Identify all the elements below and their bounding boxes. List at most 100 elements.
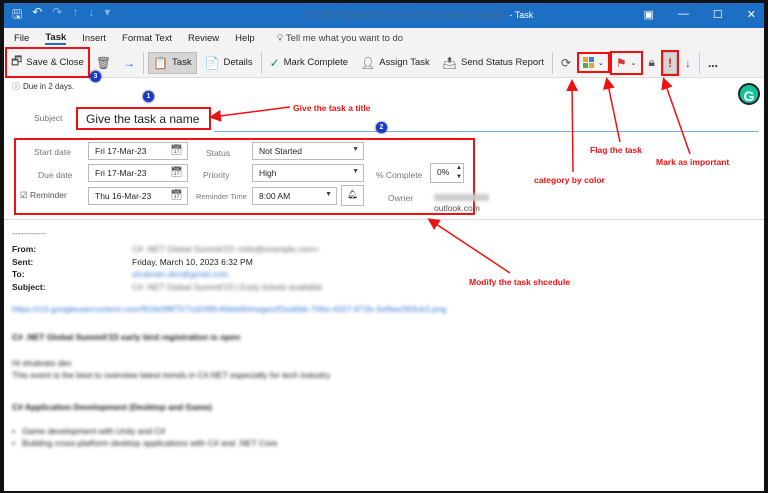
priority-dropdown[interactable]: High ▼ [252,164,364,182]
previous-item-icon[interactable]: ↑ [72,5,78,26]
calendar-icon[interactable]: 📅︎ [170,190,183,201]
category-grid-icon [583,57,595,68]
annotation-important: Mark as important [656,157,730,167]
to-value: shubrato.dev@gmail.com [132,269,229,279]
task-window: 🖫 ↶ ↷ ↑ ↓ ▾ C# .NET Global Summit'23 | E… [4,3,764,491]
priority-label: Priority [203,170,230,180]
tell-me-text: Tell me what you want to do [285,32,404,44]
status-label: Status [206,148,231,158]
calendar-icon[interactable]: 📅︎ [170,145,183,156]
stepper-arrows-icon[interactable]: ▲ ▼ [456,164,462,182]
reminder-time-dropdown[interactable]: 8:00 AM ▼ [252,187,337,205]
dropdown-arrow-icon: ▼ [352,168,359,175]
customize-toolbar-icon[interactable]: ▾ [104,5,110,26]
save-icon[interactable]: 🖫 [12,5,22,26]
task-view-button[interactable]: 📋 Task [148,51,197,74]
redo-icon[interactable]: ↷ [52,5,62,26]
menu-task[interactable]: Task [45,32,67,45]
exclamation-icon: ! [667,55,672,70]
close-button[interactable]: ✕ [747,8,756,21]
annotation-category: category by color [534,175,605,185]
categorize-button[interactable]: ⌄ [577,52,610,73]
status-dropdown[interactable]: Not Started ▼ [252,142,364,160]
menu-insert[interactable]: Insert [82,33,106,44]
percent-complete-stepper[interactable]: 0% ▲ ▼ [430,163,464,183]
forward-button[interactable]: → [119,53,139,73]
email-section-heading: C# Application Development (Desktop and … [12,402,212,412]
tell-me-search[interactable]: 💡︎ Tell me what you want to do [277,33,403,44]
follow-up-flag-button[interactable]: ⚑ ⌄ [609,50,643,75]
owner-label: Owner [388,193,414,203]
reminder-label: Reminder [30,190,67,200]
checkmark-icon: ✓ [269,55,280,70]
bullet-text: Game development with Unity and C# [22,426,166,436]
save-close-icon: 🗗 [11,54,23,68]
email-link[interactable]: https://ci3.googleusercontent.com/f61fe0… [12,304,752,314]
owner-domain: outlook.com [434,203,480,213]
sent-value: Friday, March 10, 2023 6:32 PM [132,256,253,267]
window-title: C# .NET Global Summit'23 | Early tickets… [304,10,533,20]
reminder-checkbox[interactable]: ☑ Reminder [20,190,67,201]
high-importance-button[interactable]: ! [660,49,679,76]
to-label: To: [12,269,25,279]
minimize-button[interactable]: — [678,8,689,21]
dashes: ------------ [12,228,46,238]
reminder-sound-button[interactable]: 🔔︎ [341,185,364,206]
info-bar: ⓘ Due in 2 days. [4,78,764,94]
priority-value: High [259,168,277,178]
assign-icon: 👤︎ [360,55,376,70]
assign-task-label: Assign Task [379,57,430,68]
ribbon-display-icon[interactable]: ▣ [644,8,654,21]
private-button[interactable]: 🔒︎ [645,52,659,73]
dropdown-arrow-icon: ▼ [325,191,332,198]
annotation-title: Give the task a title [293,103,371,113]
undo-icon[interactable]: ↶ [32,5,42,26]
lightbulb-icon: 💡︎ [276,32,286,44]
email-subject-value: C# .NET Global Summit'23 | Early tickets… [132,281,323,292]
save-close-button[interactable]: 🗗 Save & Close [5,47,90,78]
menu-file[interactable]: File [14,33,29,44]
mark-complete-button[interactable]: ✓ Mark Complete [266,53,352,73]
chevron-down-icon: ⌄ [630,59,637,67]
more-options-button[interactable]: ... [704,53,722,73]
ribbon: 🗗 Save & Close 🗑 → 📋 Task 📄 Details ✓ Mark C… [4,47,764,78]
delete-button[interactable]: 🗑 [92,53,115,73]
email-paragraph: This event is the best to overview lates… [12,370,331,380]
subject-underline [214,131,759,132]
email-body[interactable]: ------------ From: C# .NET Global Summit'… [12,228,752,448]
checkbox-icon: ☑ [20,190,28,200]
percent-complete-value: 0% [437,167,450,177]
send-status-button[interactable]: 📤︎ Send Status Report [438,53,548,73]
due-date-field[interactable]: Fri 17-Mar-23 📅︎ [88,164,188,182]
menu-bar: File Task Insert Format Text Review Help… [4,28,764,48]
divider [143,51,145,74]
menu-format-text[interactable]: Format Text [122,33,172,44]
percent-complete-label: % Complete [376,170,423,180]
reminder-time-label: Reminder Time [196,192,247,201]
low-importance-button[interactable]: ↓ [681,53,695,73]
grammarly-icon[interactable]: G [738,83,760,105]
next-item-icon[interactable]: ↓ [88,5,94,26]
menu-review[interactable]: Review [188,33,219,44]
recurrence-button[interactable]: ⟳ [557,53,575,73]
email-bullet: • Game development with Unity and C# [12,426,166,436]
start-date-value: Fri 17-Mar-23 [95,146,147,156]
details-button[interactable]: 📄 Details [201,53,257,73]
lock-icon: 🔒︎ [648,55,655,69]
flag-icon: ⚑ [615,55,627,70]
from-value: C# .NET Global Summit'23 <info@example.c… [132,244,319,254]
subject-input[interactable]: Give the task a name [76,107,211,130]
maximize-button[interactable]: ☐ [713,8,723,21]
assign-task-button[interactable]: 👤︎ Assign Task [356,53,434,73]
calendar-icon[interactable]: 📅︎ [170,167,183,178]
schedule-section: Start date Fri 17-Mar-23 📅︎ Due date Fri … [14,138,489,215]
menu-help[interactable]: Help [235,33,255,44]
email-bullet: • Building cross-platform desktop applic… [12,438,278,448]
email-heading: C# .NET Global Summit'23 early bird regi… [12,332,241,342]
title-bar: 🖫 ↶ ↷ ↑ ↓ ▾ C# .NET Global Summit'23 | E… [4,3,764,28]
due-notice: Due in 2 days. [23,81,75,91]
start-date-field[interactable]: Fri 17-Mar-23 📅︎ [88,142,188,160]
reminder-date-field[interactable]: Thu 16-Mar-23 📅︎ [88,187,188,205]
annotation-flag: Flag the task [590,145,642,155]
forward-arrow-icon: → [123,55,136,70]
